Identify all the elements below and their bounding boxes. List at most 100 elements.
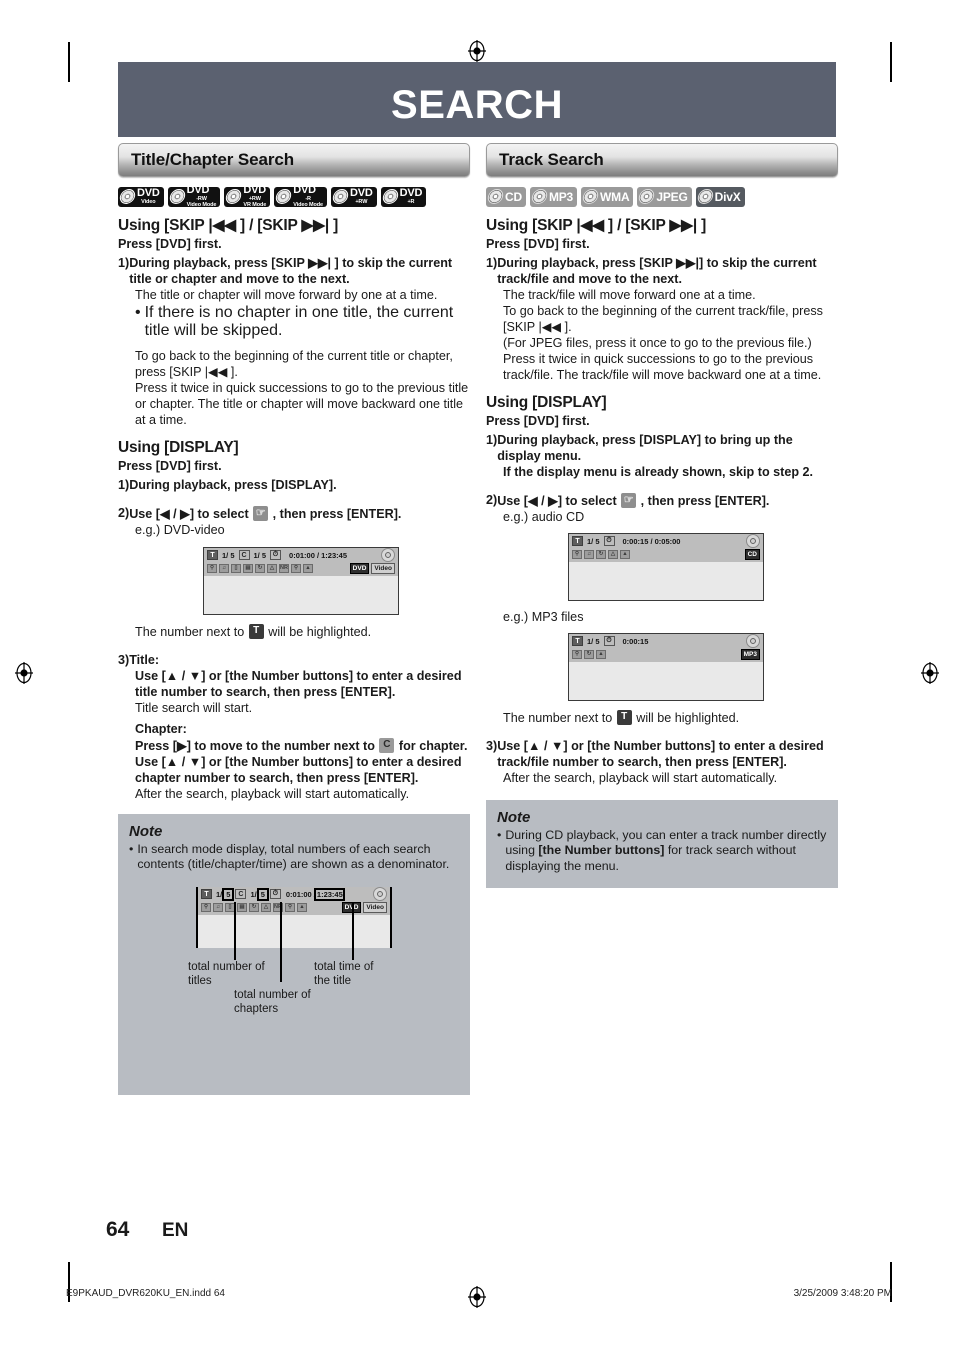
badge-main-label: DVD [399,186,423,199]
disc-icon [637,189,657,204]
osd-screen-area [204,575,398,614]
noise-reduction-icon: NR [279,563,289,573]
language-code: EN [162,1220,189,1241]
badge-sub-label: Video [141,198,156,205]
osd-title-tag: T [572,636,583,647]
disc-indicator-icon [373,887,387,902]
badge-main-label: DVD [186,184,210,196]
noise-reduction-icon: NR [273,902,283,912]
badge-dvd-video: DVD Video [118,186,164,207]
step-1-bullet-left: • If there is no chapter in one title, t… [135,304,470,340]
repeat-icon: ↻ [584,649,594,659]
highlight-post: will be highlighted. [636,710,740,725]
audio-icon: ♫ [219,563,229,573]
surround-icon: △ [261,902,271,912]
surround-icon: △ [608,549,618,559]
repeat-icon: ↻ [596,549,606,559]
badge-main-label: MP3 [548,189,574,204]
skip-line-4-right: (For JPEG files, press it once to go to … [503,335,812,350]
display-step-2-left: 2) Use [◀ / ▶] to select ☞ , then press … [118,505,470,523]
step-text: During playback, press [DISPLAY] to brin… [497,432,793,463]
chapter-tag-icon: C [379,737,395,753]
note-title-right: Note [497,808,531,826]
step-number: 1) [486,255,498,270]
display-step-2-right: 2) Use [◀ / ▶] to select ☞ , then press … [486,492,838,510]
badge-jpeg: JPEG [637,186,692,207]
heading-using-display-left: Using [DISPLAY] [118,438,239,456]
step-3-after-left: After the search, playback will start au… [135,786,410,801]
step-1-right: 1) During playback, press [SKIP ▶▶|] to … [486,256,838,288]
press-dvd-first-display-right: Press [DVD] first. [486,413,590,428]
clock-icon: ⏱ [269,889,281,900]
step-3-chapter-text: Use [▲ / ▼] or [the Number buttons] to e… [135,754,462,785]
skip-line-3-right: To go back to the beginning of the curre… [503,303,823,334]
badge-dvd-rw-vr-mode: DVD +RW VR Mode [224,185,271,207]
disc-icon [381,189,400,204]
clock-icon: ⏱ [270,550,282,561]
badge-main-label: WMA [600,189,630,204]
media-badges-right: CD MP3 WMA JPEG DivX [486,186,838,207]
osd-title-num: 1/ [216,889,223,899]
step-text-post: , then press [ENTER]. [640,493,770,508]
note-callout-diagram: T 1/ 5 C 1/ 5 ⏱ 0:01:00 / 1:23:45 ⚲ ♫ ▯ … [188,886,392,1082]
osd-title-tag: T [201,889,212,900]
clock-icon: ⏱ [603,636,615,647]
skip-paragraph-1-left: To go back to the beginning of the curre… [135,348,453,379]
note-item-text: During CD playback, you can enter a trac… [505,828,827,875]
osd-title-value: 1/ 5 [222,550,235,560]
bullet-dot: • [129,841,134,856]
badge-dvd-rw-video-mode: DVD -RW Video Mode [167,184,221,207]
step-3-chapter-label: Chapter: [135,721,187,736]
footer-timestamp: 3/25/2009 3:48:20 PM [793,1288,892,1299]
skip-line-5-right: Press it twice in quick successions to g… [503,351,822,382]
osd-format-tag-video: Video [363,901,387,913]
osd-time-value: 0:00:15 / 0:05:00 [622,536,681,546]
registration-mark-bottom [467,1286,487,1308]
footer-filename: E9PKAUD_DVR620KU_EN.indd 64 [66,1288,225,1299]
disc-icon [168,189,187,204]
search-icon: ⚲ [572,649,582,659]
highlight-pre: The number next to [503,710,613,725]
osd-time-value: 0:01:00 / 1:23:45 [289,550,347,560]
step-number: 2) [118,505,130,520]
disc-indicator-icon [746,634,760,649]
callout-label-chapters: total number of chapters [234,988,311,1015]
zoom-icon: ⚲ [285,902,295,912]
search-icon: ⚲ [201,902,211,912]
step-number: 2) [486,492,498,507]
step-1-left: 1) During playback, press [SKIP ▶▶| ] to… [118,256,470,288]
osd-display-mp3: T 1/ 5 ⏱ 0:00:15 ⚲ ↻ ▲ MP3 [568,632,764,701]
marker-icon: ▲ [303,563,313,573]
badge-main-label: DVD [350,186,373,199]
step-3-chapter-post: for chapter. [398,738,468,753]
badge-main-label: DVD [293,184,316,196]
step-text: During playback, press [SKIP ▶▶|] to ski… [497,255,817,286]
press-dvd-first-display-left: Press [DVD] first. [118,458,222,473]
surround-icon: △ [267,563,277,573]
press-dvd-first-right: Press [DVD] first. [486,237,590,251]
disc-icon [581,189,600,204]
note-item-bold: [the Number buttons] [538,843,665,858]
subtitle-icon: ▯ [231,563,241,573]
osd-screen-area [569,661,763,700]
badge-sub2-label: Video Mode [293,201,323,208]
audio-icon: ♫ [584,549,594,559]
highlight-post: will be highlighted. [268,624,372,639]
zoom-icon: ⚲ [291,563,301,573]
step-1-detail-left: The title or chapter will move forward b… [135,287,438,302]
disc-indicator-icon [381,548,395,563]
step-number: 3) [486,738,498,753]
step-number: 1) [118,477,130,492]
leader-line-time [352,901,354,960]
osd-title-tag: T [207,550,218,561]
skip-paragraph-2-left: Press it twice in quick successions to g… [135,380,469,427]
osd-display-callout: T 1/ 5 C 1/ 5 ⏱ 0:01:00 / 1:23:45 ⚲ ♫ ▯ … [196,886,392,948]
osd-chapter-num: 1/ [250,889,257,899]
step-3-title-label: Title: [129,652,160,667]
section-title-label: Track Search [499,150,604,169]
display-step-1-text2-right: If the display menu is already shown, sk… [503,464,814,479]
osd-title-value: 1/ 5 [587,536,600,546]
osd-display-audio-cd: T 1/ 5 ⏱ 0:00:15 / 0:05:00 ⚲ ♫ ↻ △ ▲ CD [568,532,764,601]
osd-title-value: 1/ 5 [587,636,600,646]
osd-time-value: 0:00:15 [622,636,649,646]
